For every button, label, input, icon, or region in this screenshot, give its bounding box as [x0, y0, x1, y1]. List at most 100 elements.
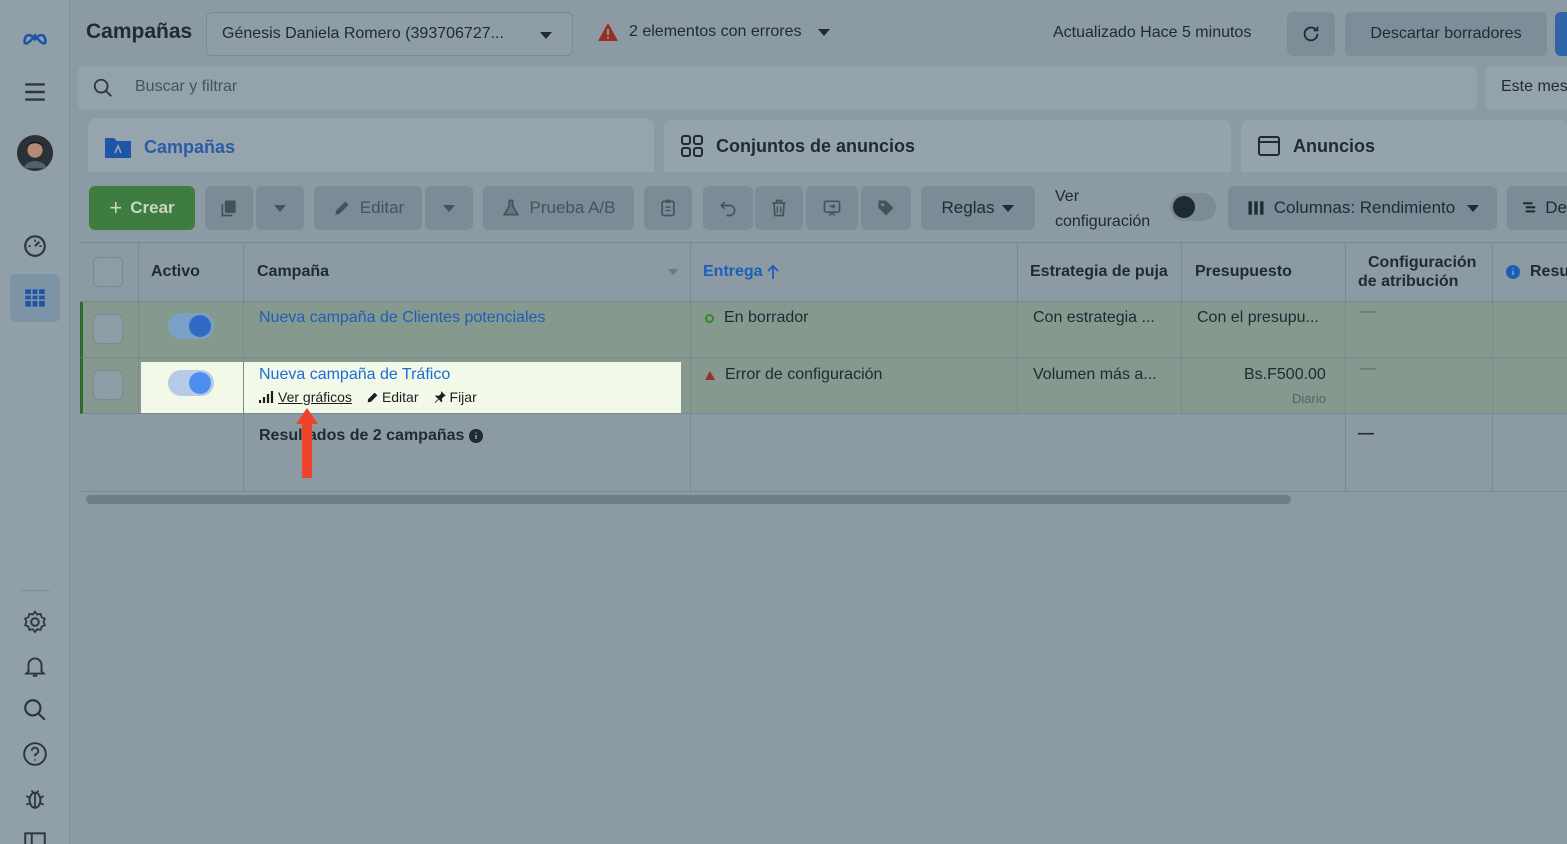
tag-icon: [878, 200, 894, 216]
chevron-down-icon: [1002, 204, 1015, 212]
view-settings-toggle[interactable]: [1170, 193, 1216, 221]
clipboard-button[interactable]: [644, 186, 692, 230]
grid-icon: [681, 135, 703, 157]
summary-text: Resultados de 2 campañas: [259, 427, 465, 444]
errors-dropdown[interactable]: 2 elementos con errores: [597, 22, 830, 42]
settings-gear-icon[interactable]: [15, 602, 55, 642]
column-header-budget[interactable]: Presupuesto: [1195, 242, 1292, 302]
breakdown-dropdown[interactable]: De: [1507, 186, 1567, 230]
row-actions: Ver gráficos Editar Fijar: [259, 389, 477, 405]
tag-button[interactable]: [861, 186, 911, 230]
column-header-campaign[interactable]: Campaña: [257, 242, 329, 302]
folder-icon: [105, 138, 131, 158]
discard-drafts-button[interactable]: Descartar borradores: [1345, 12, 1547, 56]
tab-label: Anuncios: [1293, 135, 1376, 156]
tab-ad-sets[interactable]: Conjuntos de anuncios: [664, 120, 1231, 172]
bid-strategy-value: Volumen más a...: [1033, 366, 1157, 383]
campaign-name-link[interactable]: Nueva campaña de Clientes potenciales: [259, 309, 545, 327]
chevron-down-icon: [540, 32, 552, 39]
delivery-status-label: En borrador: [724, 309, 809, 326]
column-divider: [243, 242, 244, 492]
last-updated-text: Actualizado Hace 5 minutos: [1053, 24, 1252, 41]
column-header-delivery[interactable]: Entrega: [703, 242, 779, 302]
column-header-results[interactable]: Resu: [1506, 242, 1567, 302]
chevron-down-icon: [1467, 204, 1480, 212]
chevron-down-icon: [817, 28, 830, 36]
refresh-button[interactable]: [1287, 12, 1335, 56]
campaign-name-link[interactable]: Nueva campaña de Tráfico: [259, 366, 450, 384]
tab-campaigns[interactable]: Campañas: [88, 118, 654, 176]
delete-button[interactable]: [755, 186, 803, 230]
publish-button[interactable]: [1555, 12, 1567, 56]
view-settings-label: Ver configuración: [1055, 188, 1151, 230]
columns-dropdown[interactable]: Columnas: Rendimiento: [1228, 186, 1497, 230]
tab-ads[interactable]: Anuncios: [1241, 120, 1567, 172]
pin-icon: [434, 391, 446, 403]
columns-icon: [1248, 201, 1264, 215]
pin-row-link[interactable]: Fijar: [433, 389, 477, 405]
row-checkbox[interactable]: [93, 314, 123, 344]
draft-status-dot-icon: [705, 313, 714, 323]
flask-icon: [503, 199, 520, 216]
info-icon: [1506, 265, 1520, 279]
duplicate-button[interactable]: [205, 186, 253, 230]
toggle-knob: [1173, 196, 1195, 218]
horizontal-scrollbar[interactable]: [86, 495, 1291, 504]
column-header-active[interactable]: Activo: [151, 242, 200, 302]
bar-chart-icon: [259, 391, 274, 403]
error-triangle-icon: [705, 370, 715, 380]
toggle-knob: [189, 315, 211, 337]
chevron-down-icon: [443, 204, 455, 212]
undo-button[interactable]: [703, 186, 753, 230]
summary-label: Resultados de 2 campañas: [259, 427, 484, 445]
row-checkbox[interactable]: [93, 370, 123, 400]
warning-triangle-icon: [598, 23, 618, 41]
date-range-selector[interactable]: Este mes: [1485, 66, 1567, 110]
duplicate-icon: [221, 200, 236, 217]
annotation-arrow-icon: [296, 408, 318, 478]
dashboard-gauge-icon[interactable]: [15, 225, 55, 265]
edit-button[interactable]: Editar: [314, 186, 422, 230]
toggle-knob: [189, 372, 211, 394]
columns-label: Columnas: Rendimiento: [1273, 198, 1456, 217]
ads-manager-table-icon[interactable]: [10, 274, 60, 322]
undo-icon: [720, 201, 736, 217]
menu-icon[interactable]: [15, 72, 55, 112]
bug-report-icon[interactable]: [15, 778, 55, 818]
create-button[interactable]: + Crear: [89, 186, 195, 230]
column-divider: [690, 242, 691, 492]
results-header-label: Resu: [1530, 263, 1567, 280]
pencil-icon: [367, 392, 378, 402]
search-input[interactable]: Buscar y filtrar: [135, 78, 237, 96]
rules-dropdown[interactable]: Reglas: [921, 186, 1035, 230]
column-header-bid-strategy[interactable]: Estrategia de puja: [1030, 242, 1168, 302]
search-icon[interactable]: [15, 690, 55, 730]
column-divider: [1181, 242, 1182, 414]
campaign-active-toggle[interactable]: [168, 370, 214, 396]
delivery-header-label: Entrega: [703, 263, 763, 280]
edit-row-label: Editar: [381, 389, 419, 405]
campaign-active-toggle[interactable]: [168, 313, 214, 339]
export-button[interactable]: [806, 186, 858, 230]
account-selector[interactable]: Génesis Daniela Romero (393706727...: [206, 12, 573, 56]
edit-dropdown[interactable]: [425, 186, 473, 230]
attribution-header-line1: Configuración: [1368, 254, 1477, 271]
notifications-bell-icon[interactable]: [15, 646, 55, 686]
budget-value: Con el presupu...: [1197, 309, 1319, 326]
edit-row-link[interactable]: Editar: [366, 389, 419, 405]
sidebar-toggle-icon[interactable]: [15, 822, 55, 844]
duplicate-dropdown[interactable]: [256, 186, 304, 230]
avatar[interactable]: [15, 133, 55, 173]
budget-period: Diario: [1292, 391, 1326, 406]
select-all-checkbox[interactable]: [93, 257, 123, 287]
rules-label: Reglas: [941, 198, 995, 217]
ab-test-button[interactable]: Prueba A/B: [483, 186, 634, 230]
view-charts-link[interactable]: Ver gráficos: [259, 389, 352, 405]
help-icon[interactable]: [15, 734, 55, 774]
search-bar[interactable]: [78, 66, 1477, 110]
column-header-attribution[interactable]: Configuración de atribución: [1358, 242, 1476, 302]
column-divider: [1345, 242, 1346, 492]
meta-logo-icon[interactable]: [15, 18, 55, 58]
delivery-status-label: Error de configuración: [725, 366, 883, 383]
bid-strategy-value: Con estrategia ...: [1033, 309, 1155, 326]
